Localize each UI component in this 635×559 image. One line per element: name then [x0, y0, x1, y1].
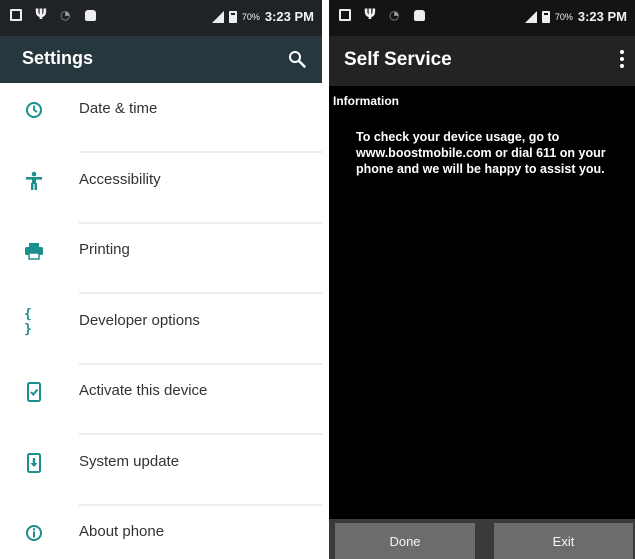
- settings-item-label: Developer options: [79, 312, 200, 329]
- settings-item-accessibility[interactable]: Accessibility: [0, 154, 322, 224]
- battery-percent: 70%: [241, 11, 260, 22]
- self-service-toolbar: Self Service: [329, 36, 635, 86]
- screen-separator: [322, 0, 329, 559]
- settings-item-label: About phone: [79, 523, 165, 540]
- clock-icon: [24, 100, 44, 120]
- button-bar: Done Exit: [329, 519, 635, 559]
- overflow-menu-icon[interactable]: [619, 50, 625, 70]
- accessibility-icon: [24, 171, 44, 191]
- settings-item-system-update[interactable]: System update: [0, 436, 322, 506]
- android-icon: [85, 10, 96, 21]
- settings-item-printing[interactable]: Printing: [0, 224, 322, 294]
- settings-item-label: Date & time: [79, 100, 158, 117]
- status-bar: Ψ ◔ 70% 3:23 PM: [0, 0, 322, 36]
- email-notification-icon: [339, 9, 351, 21]
- battery-icon: [228, 10, 237, 23]
- signal-icon: [524, 10, 537, 23]
- android-icon: [414, 10, 425, 21]
- divider: [79, 433, 322, 435]
- page-title: Self Service: [344, 49, 452, 70]
- email-notification-icon: [10, 9, 22, 21]
- battery-percent: 70%: [554, 11, 573, 22]
- usb-icon: Ψ: [35, 7, 47, 23]
- status-bar: Ψ ◔ 70% 3:23 PM: [329, 0, 635, 36]
- info-message: To check your device usage, go to www.bo…: [356, 130, 606, 176]
- settings-item-label: Printing: [79, 241, 130, 258]
- divider: [79, 151, 322, 153]
- settings-item-date-time[interactable]: Date & time: [0, 83, 322, 153]
- battery-icon: [541, 10, 550, 23]
- activate-device-icon: [24, 382, 44, 402]
- settings-screen: Ψ ◔ 70% 3:23 PM Settings Date & time Acc…: [0, 0, 322, 559]
- settings-item-activate-device[interactable]: Activate this device: [0, 365, 322, 435]
- settings-item-developer-options[interactable]: { } Developer options: [0, 295, 322, 365]
- page-title: Settings: [22, 48, 94, 68]
- braces-icon: { }: [24, 307, 32, 337]
- status-time: 3:23 PM: [577, 9, 627, 24]
- signal-icon: [211, 10, 224, 23]
- usb-icon: Ψ: [364, 7, 376, 23]
- exit-button[interactable]: Exit: [494, 523, 633, 559]
- section-heading: Information: [333, 94, 399, 108]
- printer-icon: [24, 241, 44, 261]
- wifi-icon: ◔: [60, 8, 71, 22]
- status-time: 3:23 PM: [264, 9, 314, 24]
- settings-toolbar: Settings: [0, 36, 322, 83]
- wifi-icon: ◔: [389, 8, 400, 22]
- done-button[interactable]: Done: [335, 523, 475, 559]
- search-icon[interactable]: [288, 50, 306, 68]
- settings-item-label: Accessibility: [79, 171, 161, 188]
- settings-item-label: Activate this device: [79, 382, 208, 399]
- info-icon: [24, 523, 44, 543]
- system-update-icon: [24, 453, 44, 473]
- settings-item-about-phone[interactable]: About phone: [0, 506, 322, 559]
- divider: [79, 292, 322, 294]
- settings-item-label: System update: [79, 453, 180, 470]
- self-service-screen: Ψ ◔ 70% 3:23 PM Self Service Information…: [329, 0, 635, 559]
